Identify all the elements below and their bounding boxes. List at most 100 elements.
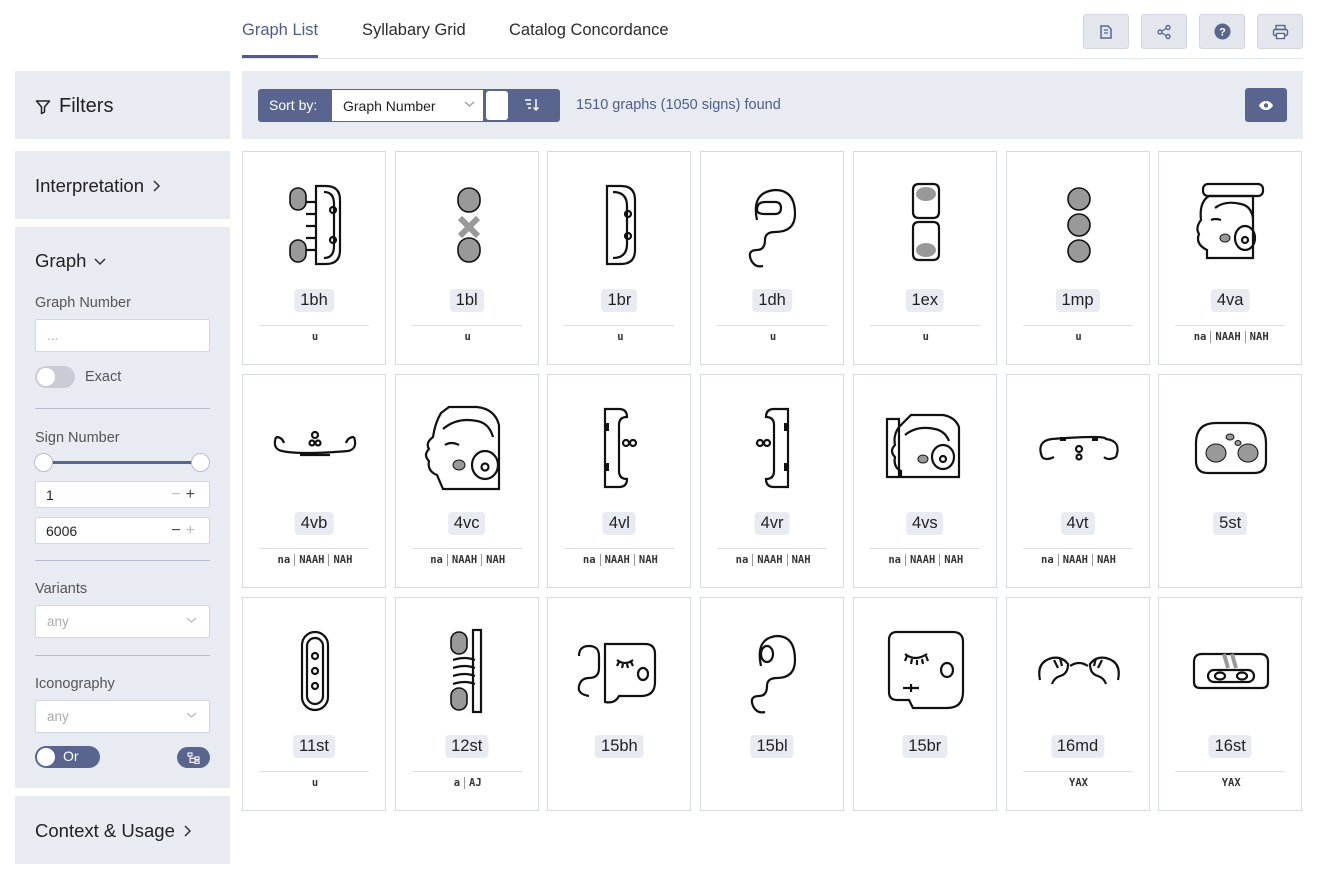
toggle-knob [37, 368, 55, 386]
eye-icon [1259, 100, 1273, 110]
reading-value: u [311, 777, 319, 789]
graph-code: 12st [445, 735, 489, 758]
readings-list: a AJ [396, 777, 540, 789]
sign-max-value: 6006 [46, 522, 78, 539]
graph-card[interactable]: 1bh u [242, 151, 386, 365]
sign-min-value: 1 [46, 486, 54, 503]
reading-value: NAAH [294, 554, 325, 566]
graph-card[interactable]: 4vt na NAAH NAH [1005, 374, 1151, 588]
reading-value: NAAH [904, 554, 936, 566]
graph-card[interactable]: 16st YAX [1158, 597, 1303, 811]
reading-value: NAH [328, 554, 353, 566]
hierarchy-icon [187, 751, 200, 764]
readings-list: u [701, 331, 845, 343]
graph-code: 15bh [595, 735, 644, 758]
toggle-knob [37, 748, 55, 766]
graph-card[interactable]: 11st u [242, 597, 386, 811]
view-toggle-button[interactable] [1245, 88, 1287, 122]
graph-card[interactable]: 1ex u [852, 151, 998, 365]
readings-list: na NAAH NAH [1007, 554, 1151, 566]
glyph-image [548, 403, 692, 493]
graph-card[interactable]: 16md YAX [1005, 597, 1151, 811]
print-button[interactable] [1257, 14, 1303, 49]
context-usage-toggle[interactable]: Context & Usage [35, 820, 192, 842]
graph-card[interactable]: 4vs na NAAH NAH [852, 374, 998, 588]
help-button[interactable]: ? [1199, 14, 1245, 49]
exact-label: Exact [85, 369, 122, 385]
graph-code: 11st [293, 735, 335, 758]
graph-card[interactable]: 15bh [547, 597, 692, 811]
iconography-select[interactable]: any [35, 700, 210, 733]
or-toggle[interactable]: Or [35, 746, 100, 768]
graph-card[interactable]: 15br [852, 597, 997, 811]
graph-card[interactable]: 4va na NAAH NAH [1158, 151, 1303, 365]
graph-card[interactable]: 4vb na NAAH NAH [242, 374, 386, 588]
card-divider [259, 325, 369, 326]
catalog-button[interactable] [1083, 14, 1129, 49]
reading-value: na [277, 554, 291, 566]
graph-number-label: Graph Number [35, 295, 131, 311]
hierarchy-button[interactable] [177, 747, 210, 768]
reading-value: NAAH [752, 554, 783, 566]
sign-range-max-handle[interactable] [191, 453, 210, 472]
sign-max-input[interactable]: 6006 −+ [35, 517, 210, 544]
readings-list: na NAAH NAH [548, 554, 692, 566]
glyph-image [854, 403, 998, 493]
exact-toggle[interactable] [35, 366, 75, 388]
share-button[interactable] [1141, 14, 1187, 49]
reading-value: u [769, 331, 777, 343]
graph-card[interactable]: 1br u [547, 151, 692, 365]
chevron-down-icon [94, 257, 106, 265]
reading-value: YAX [1069, 777, 1088, 789]
graph-card[interactable]: 4vr na NAAH NAH [700, 374, 845, 588]
interpretation-toggle[interactable]: Interpretation [35, 175, 161, 197]
tab-catalog-concordance[interactable]: Catalog Concordance [509, 21, 669, 40]
reading-value: NAH [786, 554, 811, 566]
card-divider [411, 771, 522, 772]
results-toolbar: Sort by: Graph Number 1510 graphs (1050 … [242, 71, 1303, 139]
graph-card[interactable]: 1dh u [700, 151, 845, 365]
tab-graph-list[interactable]: Graph List [242, 21, 318, 40]
graph-number-input[interactable]: ... [35, 319, 210, 352]
glyph-image [1007, 180, 1151, 270]
glyph-image [1007, 626, 1151, 716]
graph-card[interactable]: 12st a AJ [394, 597, 540, 811]
reading-value: na [735, 554, 749, 566]
sign-number-label: Sign Number [35, 430, 120, 446]
card-divider [411, 325, 522, 326]
graph-code: 1bh [294, 289, 334, 312]
sort-select[interactable]: Graph Number [332, 90, 483, 121]
graph-toggle[interactable]: Graph [35, 250, 106, 272]
card-divider [1175, 771, 1286, 772]
context-usage-panel[interactable]: Context & Usage [15, 796, 230, 864]
variants-select[interactable]: any [35, 605, 210, 638]
sign-min-stepper[interactable]: −+ [171, 486, 200, 504]
graph-card[interactable]: 1bl u [394, 151, 539, 365]
sign-max-stepper[interactable]: −+ [171, 522, 200, 540]
sign-range-min-handle[interactable] [34, 453, 53, 472]
graph-code: 4vl [602, 512, 636, 535]
graph-code: 4vc [447, 512, 486, 535]
graph-code: 4vr [754, 512, 790, 535]
graph-card[interactable]: 5st [1158, 374, 1303, 588]
chevron-down-icon [186, 712, 197, 718]
readings-list: u [243, 331, 387, 343]
tab-syllabary-grid[interactable]: Syllabary Grid [362, 21, 466, 40]
readings-list: u [854, 331, 998, 343]
print-icon [1272, 24, 1288, 39]
graph-card[interactable]: 4vl na NAAH NAH [547, 374, 692, 588]
interpretation-panel[interactable]: Interpretation [15, 151, 230, 219]
iconography-label: Iconography [35, 676, 115, 692]
sort-secondary-box[interactable] [486, 91, 508, 120]
chevron-down-icon [464, 101, 475, 107]
reading-value: u [1075, 331, 1082, 343]
sign-min-input[interactable]: 1 −+ [35, 481, 210, 508]
graph-card[interactable]: 15bl [700, 597, 845, 811]
result-count: 1510 graphs (1050 signs) found [576, 97, 781, 113]
readings-list: na NAAH NAH [396, 554, 540, 566]
sort-direction-icon[interactable] [524, 97, 540, 113]
graph-card[interactable]: 4vc na NAAH NAH [394, 374, 540, 588]
readings-list: u [1007, 331, 1151, 343]
graph-card[interactable]: 1mp u [1005, 151, 1151, 365]
reading-value: na [1041, 554, 1054, 566]
